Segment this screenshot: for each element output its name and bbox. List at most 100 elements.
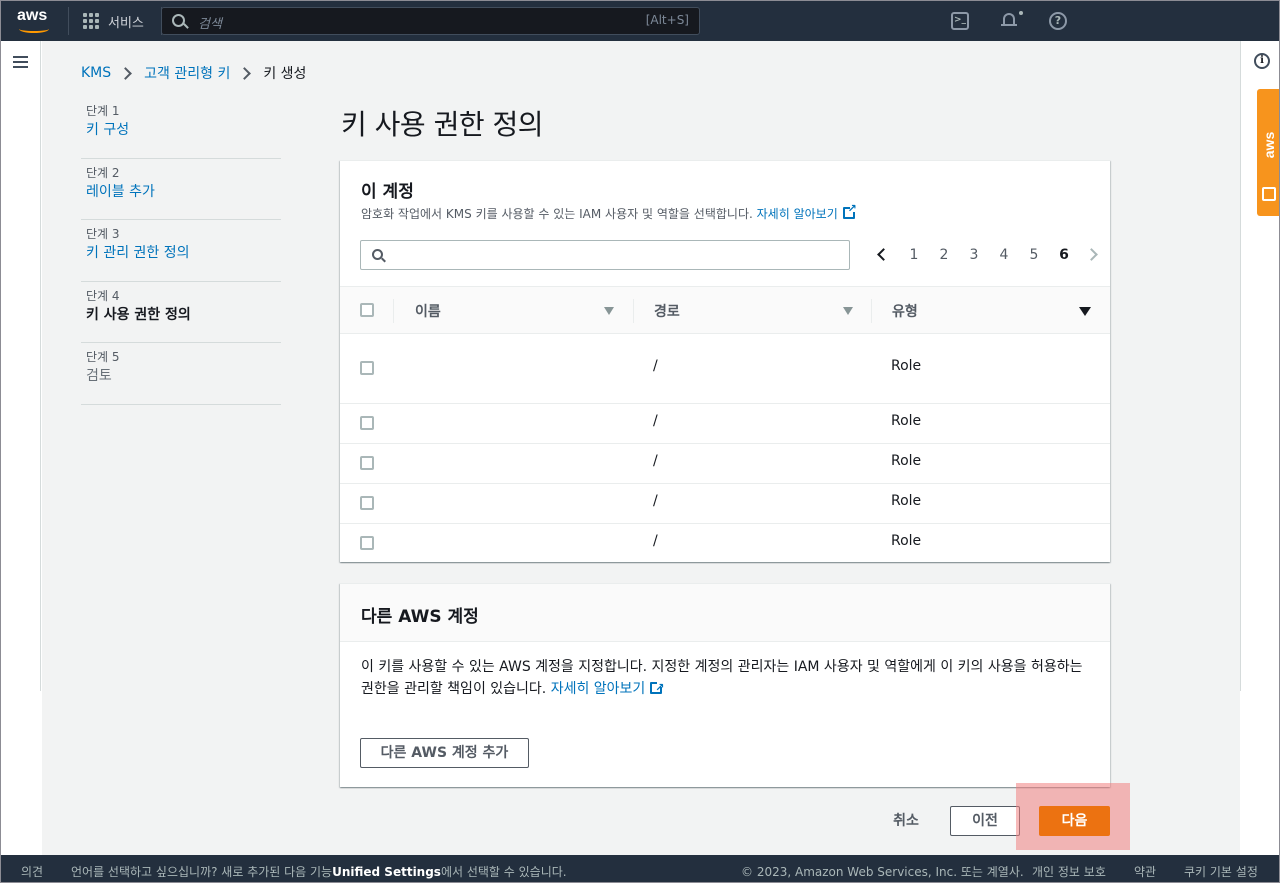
breadcrumb-customer-managed-keys[interactable]: 고객 관리형 키 (144, 63, 230, 83)
unified-settings-link[interactable]: Unified Settings (332, 865, 441, 879)
help-icon[interactable]: ? (1049, 12, 1067, 30)
step-link[interactable]: 레이블 추가 (86, 181, 281, 203)
chevron-right-icon (119, 66, 133, 80)
column-header-name[interactable]: 이름 (415, 301, 441, 321)
sort-path-icon[interactable] (843, 307, 853, 315)
breadcrumb-kms[interactable]: KMS (81, 65, 111, 81)
language-text: 언어를 선택하고 싶으십니까? 새로 추가된 다음 기능 (71, 865, 333, 879)
page-1-button[interactable]: 1 (899, 247, 929, 263)
sort-type-active-icon[interactable] (1079, 307, 1091, 316)
step-number: 단계 2 (86, 165, 120, 180)
page-2-button[interactable]: 2 (929, 247, 959, 263)
step-number: 단계 4 (86, 288, 120, 303)
breadcrumb-create-key: 키 생성 (263, 66, 307, 82)
cube-icon (1262, 187, 1276, 201)
aws-logo[interactable]: aws (17, 8, 53, 34)
page-title: 키 사용 권한 정의 (341, 108, 544, 141)
table-header: 이름 경로 유형 (340, 286, 1110, 334)
cell-type: Role (891, 533, 922, 549)
this-account-panel: 이 계정 암호화 작업에서 KMS 키를 사용할 수 있는 IAM 사용자 및 … (340, 160, 1110, 562)
search-placeholder: 검색 (198, 17, 222, 32)
learn-more-link[interactable]: 자세히 알아보기 (550, 677, 665, 699)
row-checkbox[interactable] (360, 496, 374, 510)
cookie-preferences-link[interactable]: 쿠키 기본 설정 (1184, 863, 1258, 880)
aws-logo-text: aws (17, 7, 48, 24)
next-page-button[interactable] (1079, 245, 1109, 265)
page-6-button[interactable]: 6 (1049, 247, 1079, 263)
cloudshell-icon[interactable]: >_ (951, 12, 969, 30)
page-4-button[interactable]: 4 (989, 247, 1019, 263)
previous-page-button[interactable] (869, 245, 899, 265)
table-row[interactable]: / Role (340, 524, 1110, 562)
other-aws-description: 이 키를 사용할 수 있는 AWS 계정을 지정합니다. 지정한 계정의 관리자… (361, 656, 1096, 700)
cancel-button[interactable]: 취소 (880, 806, 932, 836)
external-link-icon (650, 677, 664, 699)
learn-more-label: 자세히 알아보기 (550, 681, 646, 697)
table-row[interactable]: / Role (340, 404, 1110, 444)
side-navigation-toggle-rail (1, 41, 41, 691)
this-account-title: 이 계정 (361, 182, 414, 202)
table-row[interactable]: / Role (340, 334, 1110, 404)
nav-divider (68, 7, 69, 35)
previous-button[interactable]: 이전 (950, 806, 1020, 836)
row-checkbox[interactable] (360, 536, 374, 550)
table-row[interactable]: / Role (340, 444, 1110, 484)
wizard-step-1[interactable]: 단계 1 키 구성 (81, 97, 281, 159)
row-checkbox[interactable] (360, 416, 374, 430)
panel-header: 다른 AWS 계정 (340, 584, 1110, 642)
column-divider (871, 299, 872, 323)
cell-type: Role (891, 413, 922, 429)
breadcrumb: KMS 고객 관리형 키 키 생성 (81, 63, 306, 83)
add-other-aws-account-button[interactable]: 다른 AWS 계정 추가 (360, 738, 529, 768)
hamburger-menu-icon[interactable] (13, 56, 28, 68)
language-suffix: 에서 선택할 수 있습니다. (440, 865, 567, 879)
other-aws-title: 다른 AWS 계정 (361, 607, 479, 627)
this-account-description: 암호화 작업에서 KMS 키를 사용할 수 있는 IAM 사용자 및 역할을 선… (361, 202, 857, 222)
services-label: 서비스 (108, 15, 144, 31)
terms-link[interactable]: 약관 (1134, 863, 1156, 880)
chevron-left-icon (877, 248, 890, 261)
wizard-step-4: 단계 4 키 사용 권한 정의 (81, 282, 281, 343)
top-navigation: aws 서비스 검색 [Alt+S] >_ ? (1, 1, 1279, 41)
learn-more-label: 자세히 알아보기 (756, 207, 838, 221)
sort-name-icon[interactable] (604, 307, 614, 315)
column-header-type[interactable]: 유형 (892, 301, 918, 321)
wizard-steps: 단계 1 키 구성 단계 2 레이블 추가 단계 3 키 관리 권한 정의 단계… (81, 97, 281, 405)
cell-type: Role (891, 358, 922, 374)
notifications-bell-icon[interactable] (1000, 11, 1023, 30)
search-icon (172, 14, 185, 27)
page-5-button[interactable]: 5 (1019, 247, 1049, 263)
select-all-checkbox[interactable] (360, 303, 374, 317)
global-search-input[interactable]: 검색 [Alt+S] (161, 7, 700, 35)
wizard-step-3[interactable]: 단계 3 키 관리 권한 정의 (81, 220, 281, 282)
column-header-path[interactable]: 경로 (654, 301, 680, 321)
footer: 의견 언어를 선택하고 싶으십니까? 새로 추가된 다음 기능Unified S… (1, 855, 1279, 882)
row-checkbox[interactable] (360, 456, 374, 470)
copyright: © 2023, Amazon Web Services, Inc. 또는 계열사… (741, 865, 1024, 879)
row-checkbox[interactable] (360, 361, 374, 375)
next-button[interactable]: 다음 (1039, 806, 1110, 836)
services-menu-button[interactable]: 서비스 (83, 11, 144, 31)
learn-more-link[interactable]: 자세히 알아보기 (756, 202, 857, 221)
feedback-link[interactable]: 의견 (21, 863, 43, 880)
privacy-link[interactable]: 개인 정보 보호 (1032, 863, 1106, 880)
wizard-step-2[interactable]: 단계 2 레이블 추가 (81, 159, 281, 220)
cell-path: / (653, 413, 658, 429)
step-link[interactable]: 키 구성 (86, 119, 281, 141)
table-row[interactable]: / Role (340, 484, 1110, 524)
cell-type: Role (891, 453, 922, 469)
cell-path: / (653, 453, 658, 469)
pagination: 1 2 3 4 5 6 (869, 245, 1109, 265)
step-current-label: 키 사용 권한 정의 (86, 306, 191, 323)
aws-feedback-badge[interactable]: aws (1257, 89, 1279, 216)
chevron-right-icon (238, 66, 252, 80)
table-search-input[interactable] (360, 240, 850, 270)
info-icon[interactable]: i (1254, 53, 1270, 69)
description-text: 이 키를 사용할 수 있는 AWS 계정을 지정합니다. 지정한 계정의 관리자… (361, 659, 1083, 697)
chevron-right-icon (1085, 248, 1098, 261)
step-number: 단계 5 (86, 350, 120, 364)
language-notice: 언어를 선택하고 싶으십니까? 새로 추가된 다음 기능Unified Sett… (71, 863, 567, 880)
column-divider (633, 299, 634, 323)
step-link[interactable]: 키 관리 권한 정의 (86, 242, 281, 264)
page-3-button[interactable]: 3 (959, 247, 989, 263)
